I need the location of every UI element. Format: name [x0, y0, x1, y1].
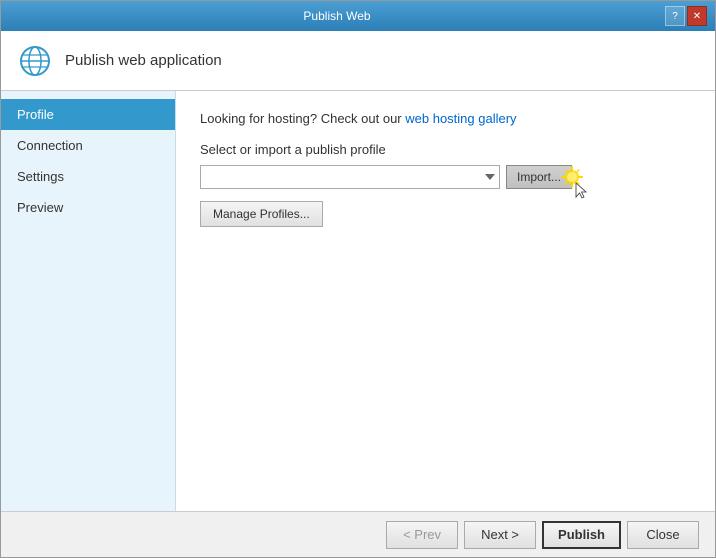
manage-profiles-row: Manage Profiles... [200, 201, 691, 227]
manage-profiles-button[interactable]: Manage Profiles... [200, 201, 323, 227]
profile-row: Import... [200, 165, 691, 189]
prev-button[interactable]: < Prev [386, 521, 458, 549]
profile-dropdown[interactable] [200, 165, 500, 189]
next-button[interactable]: Next > [464, 521, 536, 549]
sidebar: Profile Connection Settings Preview [1, 91, 176, 511]
select-profile-label: Select or import a publish profile [200, 142, 691, 157]
title-bar: Publish Web ? ✕ [1, 1, 715, 31]
web-hosting-gallery-link[interactable]: web hosting gallery [405, 111, 516, 126]
close-button[interactable]: Close [627, 521, 699, 549]
sidebar-item-settings[interactable]: Settings [1, 161, 175, 192]
hosting-line: Looking for hosting? Check out our web h… [200, 111, 691, 126]
window-close-button[interactable]: ✕ [687, 6, 707, 26]
sidebar-item-connection-label: Connection [17, 138, 83, 153]
hosting-text: Looking for hosting? Check out our [200, 111, 405, 126]
sidebar-item-settings-label: Settings [17, 169, 64, 184]
sidebar-item-connection[interactable]: Connection [1, 130, 175, 161]
import-button[interactable]: Import... [506, 165, 572, 189]
sidebar-item-profile-label: Profile [17, 107, 54, 122]
sidebar-item-profile[interactable]: Profile [1, 99, 175, 130]
content-area: Profile Connection Settings Preview Look… [1, 91, 715, 511]
header-bar: Publish web application [1, 31, 715, 91]
sidebar-item-preview-label: Preview [17, 200, 63, 215]
header-title: Publish web application [65, 52, 222, 69]
globe-icon [17, 43, 53, 79]
footer: < Prev Next > Publish Close [1, 511, 715, 557]
help-button[interactable]: ? [665, 6, 685, 26]
import-btn-container: Import... [506, 165, 572, 189]
publish-web-window: Publish Web ? ✕ Publish web application … [0, 0, 716, 558]
main-panel: Looking for hosting? Check out our web h… [176, 91, 715, 511]
publish-button[interactable]: Publish [542, 521, 621, 549]
title-bar-controls: ? ✕ [665, 6, 707, 26]
window-title: Publish Web [9, 9, 665, 23]
sidebar-item-preview[interactable]: Preview [1, 192, 175, 223]
